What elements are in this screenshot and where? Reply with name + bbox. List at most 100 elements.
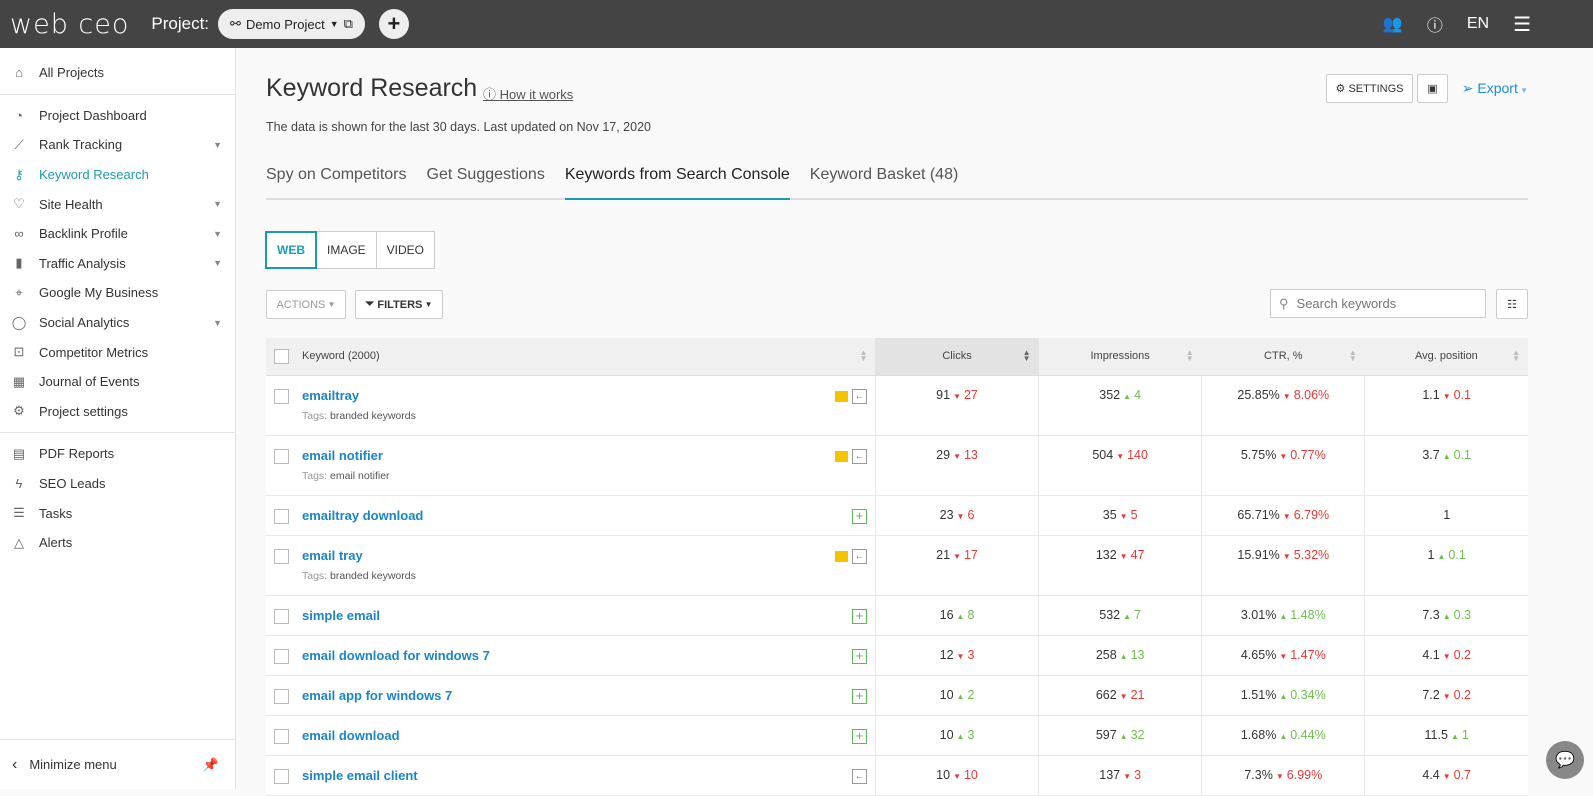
users-icon[interactable]: 👥 — [1383, 14, 1403, 34]
sidebar-item-project-dashboard[interactable]: ◔ Project Dashboard — [0, 101, 235, 131]
menu-icon[interactable]: ☰ — [1513, 12, 1531, 37]
sort-icon[interactable]: ▲ ▼ — [1512, 349, 1520, 363]
row-checkbox[interactable] — [274, 728, 289, 744]
sort-icon[interactable]: ▲ ▼ — [1023, 349, 1031, 363]
row-checkbox[interactable] — [274, 648, 289, 664]
sidebar-item-all-projects[interactable]: ⌂ All Projects — [0, 58, 235, 88]
tab-get-suggestions[interactable]: Get Suggestions — [427, 160, 545, 200]
keyword-link[interactable]: emailtray download — [302, 508, 875, 523]
caret-down-icon[interactable]: ▼ — [213, 199, 222, 209]
add-to-basket-icon[interactable]: + — [851, 688, 867, 704]
column-header-avg-position[interactable]: Avg. position ▲ ▼ — [1364, 338, 1528, 376]
sidebar-item-rank-tracking[interactable]: ⟋ Rank Tracking ▼ — [0, 130, 235, 160]
search-keywords-field[interactable]: ⚲ — [1270, 289, 1486, 318]
row-checkbox[interactable] — [274, 768, 289, 784]
row-checkbox[interactable] — [274, 388, 289, 404]
how-it-works-link[interactable]: ⓘ How it works — [483, 84, 573, 103]
sidebar-item-traffic-analysis[interactable]: ▮ Traffic Analysis ▼ — [0, 249, 235, 279]
sidebar-item-label: Tasks — [39, 505, 73, 521]
select-all-checkbox[interactable] — [274, 349, 289, 364]
segment-video[interactable]: VIDEO — [375, 231, 436, 269]
caret-down-icon[interactable]: ▼ — [213, 140, 222, 150]
sidebar-item-keyword-research[interactable]: ⚷ Keyword Research — [0, 160, 235, 190]
sort-icon[interactable]: ▲ ▼ — [1349, 349, 1357, 363]
caret-down-icon[interactable]: ▼ — [213, 258, 222, 268]
sort-icon[interactable]: ▲ ▼ — [1186, 349, 1194, 363]
help-icon[interactable]: ⓘ — [1427, 12, 1443, 36]
keyword-link[interactable]: email download for windows 7 — [302, 648, 875, 663]
row-checkbox[interactable] — [274, 508, 289, 524]
sidebar-item-journal-of-events[interactable]: ▦ Journal of Events — [0, 367, 235, 397]
link-icon: ∞ — [14, 226, 24, 242]
export-button[interactable]: ➢ Export ▼ — [1462, 80, 1528, 97]
column-header-keyword-[interactable]: Keyword (2000) ▲ ▼ — [266, 338, 876, 376]
external-link-icon[interactable]: ⧉ — [344, 16, 353, 32]
columns-toggle-button[interactable]: ☷ — [1496, 289, 1528, 319]
chat-button[interactable]: 💬 — [1546, 741, 1584, 779]
keyword-link[interactable]: email app for windows 7 — [302, 688, 875, 703]
add-to-basket-icon[interactable]: + — [851, 508, 867, 524]
keyword-link[interactable]: email download — [302, 728, 875, 743]
keyword-link[interactable]: email tray — [302, 548, 875, 563]
logo[interactable]: web ceo — [10, 9, 129, 40]
project-selector[interactable]: ⚯ Demo Project ▼ ⧉ — [218, 9, 365, 39]
sidebar-item-site-health[interactable]: ♡ Site Health ▼ — [0, 189, 235, 219]
tab-spy-on-competitors[interactable]: Spy on Competitors — [266, 160, 407, 200]
sidebar-item-google-my-business[interactable]: ⌖ Google My Business — [0, 278, 235, 308]
segment-image[interactable]: IMAGE — [316, 231, 377, 269]
keyword-link[interactable]: emailtray — [302, 388, 875, 403]
keyword-link[interactable]: email notifier — [302, 448, 875, 463]
calendar-icon: ▣ — [1427, 83, 1438, 95]
row-checkbox[interactable] — [274, 688, 289, 704]
row-checkbox[interactable] — [274, 608, 289, 624]
caret-down-icon[interactable]: ▼ — [213, 229, 222, 239]
add-to-basket-icon[interactable]: + — [851, 648, 867, 664]
sidebar-item-tasks[interactable]: ☰ Tasks — [0, 498, 235, 528]
sidebar-item-label: Rank Tracking — [39, 137, 123, 153]
add-to-basket-icon[interactable]: + — [851, 728, 867, 744]
actions-dropdown[interactable]: ACTIONS ▼ — [266, 290, 346, 319]
sidebar-item-seo-leads[interactable]: ϟ SEO Leads — [0, 469, 235, 499]
row-checkbox[interactable] — [274, 548, 289, 564]
sort-icon[interactable]: ▲ ▼ — [860, 349, 868, 363]
add-to-basket-icon[interactable]: + — [851, 608, 867, 624]
search-input[interactable] — [1296, 296, 1467, 311]
arrow-down-icon: ▼ — [1442, 771, 1451, 781]
calendar-button[interactable]: ▣ — [1417, 74, 1448, 103]
in-basket-icon[interactable]: ← — [851, 768, 867, 784]
flag-icon[interactable] — [834, 390, 848, 402]
tab-keyword-basket-[interactable]: Keyword Basket (48) — [810, 160, 959, 200]
flag-icon[interactable] — [834, 550, 848, 562]
sidebar-item-alerts[interactable]: △ Alerts — [0, 528, 235, 558]
tab-keywords-from-search-console[interactable]: Keywords from Search Console — [564, 160, 790, 200]
keyword-link[interactable]: simple email client — [302, 768, 875, 783]
sidebar-item-backlink-profile[interactable]: ∞ Backlink Profile ▼ — [0, 219, 235, 249]
column-header-clicks[interactable]: Clicks ▲ ▼ — [875, 338, 1039, 376]
filters-dropdown[interactable]: ⏷ FILTERS ▼ — [355, 290, 443, 319]
row-checkbox[interactable] — [274, 448, 289, 464]
impressions-cell: 352 ▲ 4 — [1038, 375, 1202, 436]
add-project-button[interactable]: + — [378, 9, 409, 39]
column-header-impressions[interactable]: Impressions ▲ ▼ — [1038, 338, 1202, 376]
impressions-cell: 597 ▲ 32 — [1038, 715, 1202, 756]
keyword-tags: Tags: branded keywords — [302, 570, 875, 582]
sidebar-item-competitor-metrics[interactable]: ⊡ Competitor Metrics — [0, 337, 235, 367]
sidebar-item-pdf-reports[interactable]: ▤ PDF Reports — [0, 439, 235, 469]
arrow-up-icon: ▲ — [1279, 731, 1288, 741]
in-basket-icon[interactable]: ← — [851, 548, 867, 564]
caret-down-icon[interactable]: ▼ — [213, 318, 222, 328]
language-selector[interactable]: EN — [1467, 15, 1489, 33]
ctr-delta: 0.34% — [1290, 687, 1326, 702]
segment-web[interactable]: WEB — [265, 231, 317, 269]
flag-icon[interactable] — [834, 450, 848, 462]
pin-icon[interactable]: 📌 — [203, 757, 219, 773]
ctr-delta: 6.79% — [1293, 507, 1330, 522]
minimize-menu-button[interactable]: ‹ Minimize menu 📌 — [0, 739, 235, 789]
settings-button[interactable]: ⚙ SETTINGS — [1326, 74, 1413, 103]
column-header-ctr-[interactable]: CTR, % ▲ ▼ — [1201, 338, 1365, 376]
sidebar-item-project-settings[interactable]: ⚙ Project settings — [0, 397, 235, 427]
in-basket-icon[interactable]: ← — [851, 448, 867, 464]
sidebar-item-social-analytics[interactable]: ◯ Social Analytics ▼ — [0, 308, 235, 338]
in-basket-icon[interactable]: ← — [851, 388, 867, 404]
keyword-link[interactable]: simple email — [302, 608, 875, 623]
